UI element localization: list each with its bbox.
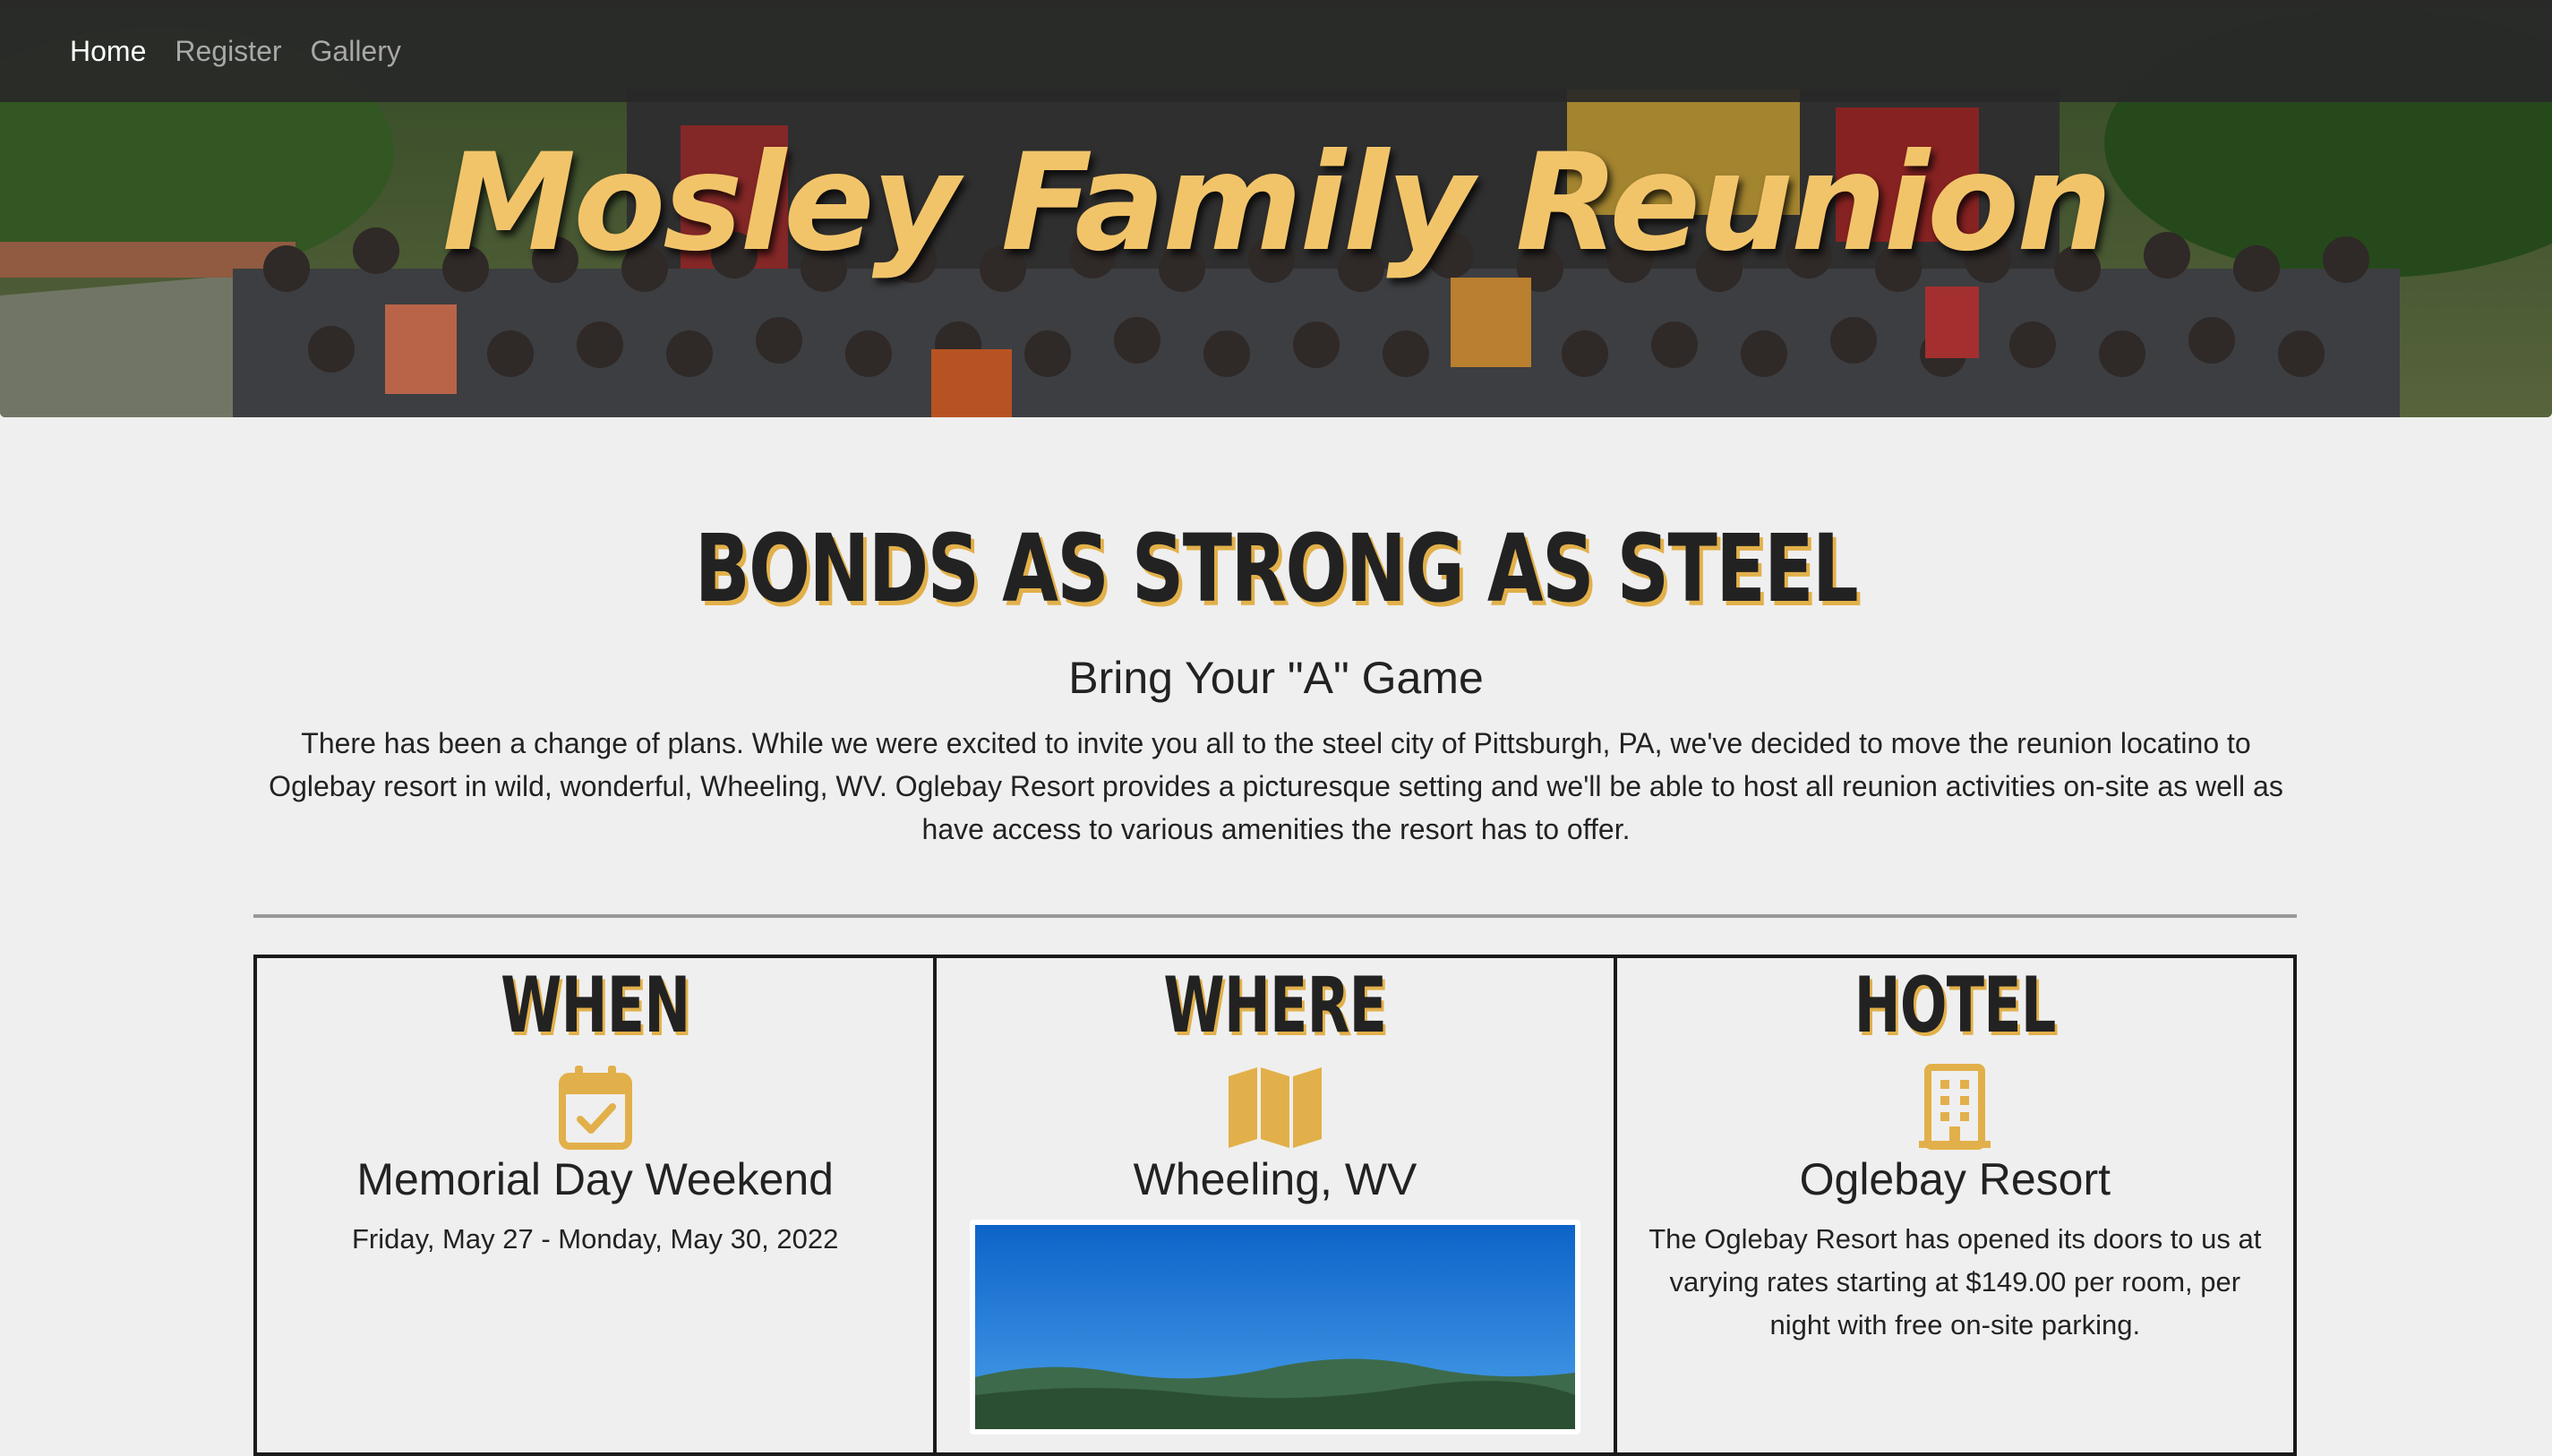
card-title: Oglebay Resort [1799,1154,2111,1204]
card-heading: WHERE [1163,961,1388,1050]
map-icon [1225,1064,1325,1150]
card-title: Wheeling, WV [1133,1154,1417,1204]
nav-link-home[interactable]: Home [70,35,146,68]
location-photo [969,1220,1580,1435]
section-divider [253,914,2297,918]
card-when: WHEN Memorial Day Weekend Friday, May 27… [253,955,938,1456]
card-title: Memorial Day Weekend [356,1154,834,1204]
info-cards: WHEN Memorial Day Weekend Friday, May 27… [253,955,2297,1456]
top-navbar: Home Register Gallery [0,0,2552,102]
tagline-heading: BONDS AS STRONG AS STEEL [694,514,1859,623]
card-heading: WHEN [500,961,690,1050]
card-text: The Oglebay Resort has opened its doors … [1649,1223,2262,1340]
card-heading: HOTEL [1854,961,2057,1050]
nav-link-register[interactable]: Register [175,35,281,68]
intro-paragraph: There has been a change of plans. While … [269,727,2283,845]
calendar-check-icon [557,1064,634,1150]
building-icon [1917,1064,1992,1150]
nav-link-gallery[interactable]: Gallery [311,35,401,68]
card-hotel: HOTEL Oglebay Resort The Oglebay Resort … [1613,955,2297,1456]
hero-title: Mosley Family Reunion [442,125,2112,281]
subheading: Bring Your "A" Game [1068,653,1484,703]
card-where: WHERE Wheeling, WV [933,955,1617,1456]
card-text: Friday, May 27 - Monday, May 30, 2022 [352,1223,839,1255]
